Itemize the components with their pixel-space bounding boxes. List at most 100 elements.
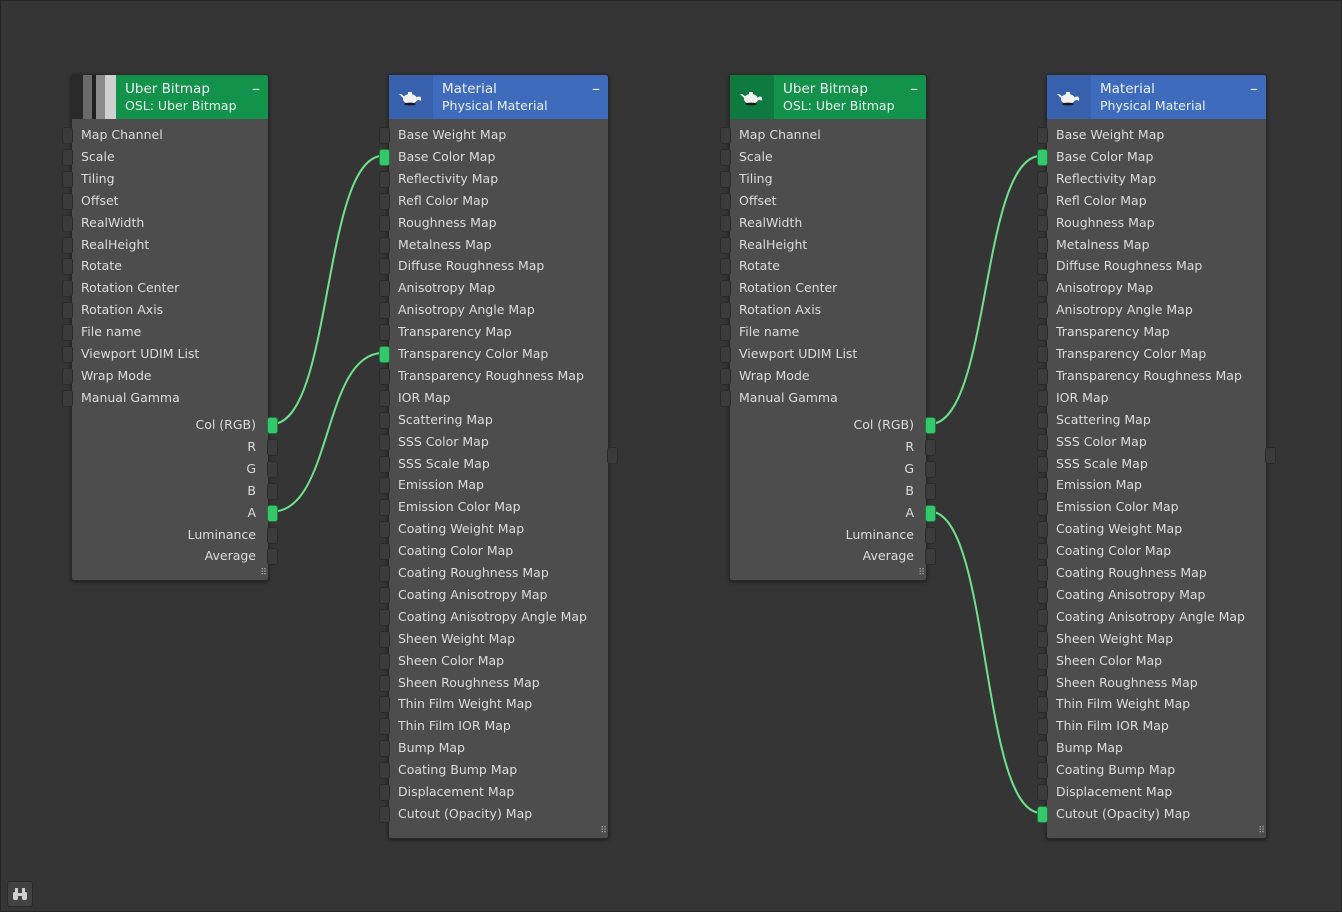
output-port-b[interactable]: B	[730, 481, 936, 501]
input-port-sss-scale-map[interactable]: SSS Scale Map	[379, 454, 608, 474]
input-port-scale[interactable]: Scale	[62, 147, 268, 167]
input-port-file-name[interactable]: File name	[720, 322, 926, 342]
input-port-rotation-center[interactable]: Rotation Center	[720, 278, 926, 298]
input-socket[interactable]	[62, 127, 73, 144]
input-socket[interactable]	[1037, 236, 1048, 254]
input-port-file-name[interactable]: File name	[62, 322, 268, 342]
input-socket[interactable]	[1037, 740, 1048, 758]
input-port-offset[interactable]: Offset	[720, 191, 926, 211]
input-port-coating-bump-map[interactable]: Coating Bump Map	[379, 760, 608, 780]
input-socket[interactable]	[379, 784, 390, 801]
input-socket[interactable]	[1037, 630, 1048, 648]
input-socket[interactable]	[62, 346, 73, 363]
input-port-manual-gamma[interactable]: Manual Gamma	[62, 388, 268, 408]
input-port-thin-film-weight-map[interactable]: Thin Film Weight Map	[1037, 694, 1266, 714]
output-port-a[interactable]: A	[72, 503, 278, 523]
physical-material-node-2[interactable]: Material Physical Material – Base Weight…	[1037, 74, 1276, 839]
input-socket[interactable]	[379, 389, 390, 407]
input-port-transparency-color-map[interactable]: Transparency Color Map	[379, 344, 608, 364]
output-port-r[interactable]: R	[730, 437, 936, 457]
input-socket[interactable]	[1037, 302, 1048, 320]
input-socket[interactable]	[379, 346, 390, 363]
input-port-base-weight-map[interactable]: Base Weight Map	[379, 125, 608, 145]
input-socket[interactable]	[379, 805, 390, 823]
connection-wire[interactable]	[271, 154, 384, 425]
input-port-manual-gamma[interactable]: Manual Gamma	[720, 388, 926, 408]
input-port-emission-map[interactable]: Emission Map	[379, 475, 608, 495]
input-port-anisotropy-angle-map[interactable]: Anisotropy Angle Map	[379, 300, 608, 320]
input-port-refl-color-map[interactable]: Refl Color Map	[379, 191, 608, 211]
input-socket[interactable]	[62, 214, 73, 232]
minimize-button[interactable]: –	[910, 79, 918, 98]
output-port-r[interactable]: R	[72, 437, 278, 457]
input-port-anisotropy-map[interactable]: Anisotropy Map	[1037, 278, 1266, 298]
node-header[interactable]: Material Physical Material –	[1047, 75, 1266, 119]
input-socket[interactable]	[62, 302, 73, 320]
input-socket[interactable]	[1037, 608, 1048, 626]
input-port-realheight[interactable]: RealHeight	[62, 235, 268, 255]
input-port-metalness-map[interactable]: Metalness Map	[379, 235, 608, 255]
input-port-rotation-center[interactable]: Rotation Center	[62, 278, 268, 298]
input-socket[interactable]	[379, 324, 390, 342]
node-header[interactable]: Material Physical Material –	[389, 75, 608, 119]
input-socket[interactable]	[720, 389, 731, 407]
output-socket[interactable]	[267, 460, 278, 478]
input-socket[interactable]	[379, 718, 390, 736]
input-port-scattering-map[interactable]: Scattering Map	[1037, 410, 1266, 430]
input-port-reflectivity-map[interactable]: Reflectivity Map	[1037, 169, 1266, 189]
input-socket[interactable]	[720, 170, 731, 188]
input-port-displacement-map[interactable]: Displacement Map	[379, 782, 608, 802]
input-socket[interactable]	[379, 499, 390, 517]
input-port-anisotropy-map[interactable]: Anisotropy Map	[379, 278, 608, 298]
input-socket[interactable]	[379, 762, 390, 780]
output-port-a[interactable]: A	[730, 503, 936, 523]
input-port-bump-map[interactable]: Bump Map	[379, 738, 608, 758]
input-socket[interactable]	[720, 214, 731, 232]
input-port-map-channel[interactable]: Map Channel	[62, 125, 268, 145]
output-port-luminance[interactable]: Luminance	[730, 525, 936, 545]
output-socket[interactable]	[925, 526, 936, 544]
input-port-viewport-udim-list[interactable]: Viewport UDIM List	[62, 344, 268, 364]
output-socket[interactable]	[267, 504, 278, 522]
input-port-tiling[interactable]: Tiling	[62, 169, 268, 189]
output-socket[interactable]	[267, 526, 278, 544]
input-port-emission-color-map[interactable]: Emission Color Map	[1037, 497, 1266, 517]
output-port-average[interactable]: Average	[730, 546, 936, 566]
input-socket[interactable]	[720, 324, 731, 342]
input-socket[interactable]	[379, 455, 390, 473]
input-socket[interactable]	[1037, 762, 1048, 780]
input-socket[interactable]	[379, 127, 390, 144]
input-port-sheen-color-map[interactable]: Sheen Color Map	[1037, 651, 1266, 671]
input-port-rotation-axis[interactable]: Rotation Axis	[62, 300, 268, 320]
input-socket[interactable]	[1037, 192, 1048, 210]
input-port-rotation-axis[interactable]: Rotation Axis	[720, 300, 926, 320]
input-socket[interactable]	[1037, 455, 1048, 473]
input-port-thin-film-weight-map[interactable]: Thin Film Weight Map	[379, 694, 608, 714]
output-socket[interactable]	[925, 548, 936, 566]
connection-wire[interactable]	[929, 510, 1042, 814]
input-socket[interactable]	[720, 236, 731, 254]
input-socket[interactable]	[1037, 674, 1048, 692]
input-socket[interactable]	[379, 302, 390, 320]
input-port-sheen-weight-map[interactable]: Sheen Weight Map	[379, 629, 608, 649]
input-socket[interactable]	[62, 148, 73, 166]
input-port-cutout-opacity-map[interactable]: Cutout (Opacity) Map	[1037, 804, 1266, 824]
input-port-cutout-opacity-map[interactable]: Cutout (Opacity) Map	[379, 804, 608, 824]
physical-material-node-1[interactable]: Material Physical Material – Base Weight…	[379, 74, 618, 839]
minimize-button[interactable]: –	[1250, 79, 1258, 98]
input-port-anisotropy-angle-map[interactable]: Anisotropy Angle Map	[1037, 300, 1266, 320]
output-port-g[interactable]: G	[72, 459, 278, 479]
output-port-g[interactable]: G	[730, 459, 936, 479]
input-port-sheen-weight-map[interactable]: Sheen Weight Map	[1037, 629, 1266, 649]
input-port-wrap-mode[interactable]: Wrap Mode	[720, 366, 926, 386]
input-port-transparency-color-map[interactable]: Transparency Color Map	[1037, 344, 1266, 364]
input-port-scale[interactable]: Scale	[720, 147, 926, 167]
input-socket[interactable]	[1037, 411, 1048, 429]
input-socket[interactable]	[1037, 543, 1048, 561]
input-port-transparency-roughness-map[interactable]: Transparency Roughness Map	[1037, 366, 1266, 386]
input-port-realheight[interactable]: RealHeight	[720, 235, 926, 255]
output-socket[interactable]	[267, 438, 278, 456]
uber-bitmap-node-1[interactable]: Uber Bitmap OSL: Uber Bitmap – Map Chann…	[62, 74, 278, 581]
input-socket[interactable]	[1037, 718, 1048, 736]
input-port-base-weight-map[interactable]: Base Weight Map	[1037, 125, 1266, 145]
